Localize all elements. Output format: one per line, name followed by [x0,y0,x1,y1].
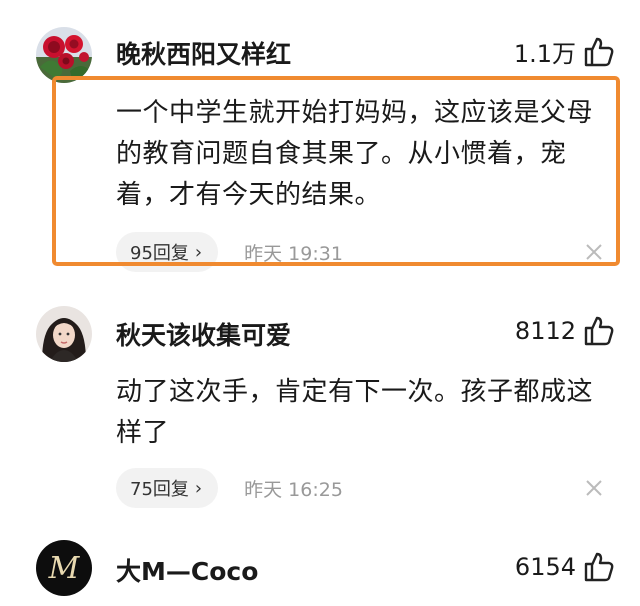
comment-timestamp: 昨天 16:25 [244,478,343,501]
rose-flower-avatar-icon [36,27,92,83]
replies-count: 75回复 [130,479,189,500]
like-count: 6154 [514,553,576,581]
thumbs-up-icon [582,314,616,348]
comment-text: 一个中学生就开始打妈妈，这应该是父母的教育问题自食其果了。从小惯着，宠着，才有今… [116,98,594,210]
chevron-right-icon: › [194,241,203,263]
comment-meta: 95回复 › 昨天 19:31 [116,232,343,272]
comment-timestamp: 昨天 19:31 [244,242,343,265]
like-button[interactable]: 8112 [515,314,616,348]
username[interactable]: 秋天该收集可爱 [116,316,291,352]
m-monogram-avatar-icon: M [36,540,92,596]
comment-meta: 75回复 › 昨天 16:25 [116,468,343,508]
user-avatar[interactable] [36,27,92,83]
replies-button[interactable]: 75回复 › [116,468,219,508]
thumbs-up-icon [582,550,616,584]
user-avatar[interactable]: M [36,540,92,596]
like-button[interactable]: 1.1万 [514,34,616,69]
replies-count: 95回复 [130,243,189,264]
svg-text:M: M [48,551,81,586]
user-avatar[interactable] [36,306,92,362]
username[interactable]: 大M—Coco [116,552,258,588]
girl-portrait-avatar-icon [36,306,92,362]
like-button[interactable]: 6154 [515,550,616,584]
thumbs-up-icon [582,35,616,69]
close-icon[interactable] [584,478,604,498]
comment-text: 动了这次手，肯定有下一次。孩子都成这样了 [116,377,594,448]
comment-list: 晚秋西阳又样红 1.1万 一个中学生就开始打妈妈，这应该是父母的教育问题自食其果… [0,0,640,606]
like-count: 8112 [514,317,576,345]
username[interactable]: 晚秋西阳又样红 [116,35,291,71]
chevron-right-icon: › [194,477,203,499]
close-icon[interactable] [584,242,604,262]
like-count: 1.1万 [513,40,576,68]
replies-button[interactable]: 95回复 › [116,232,219,272]
